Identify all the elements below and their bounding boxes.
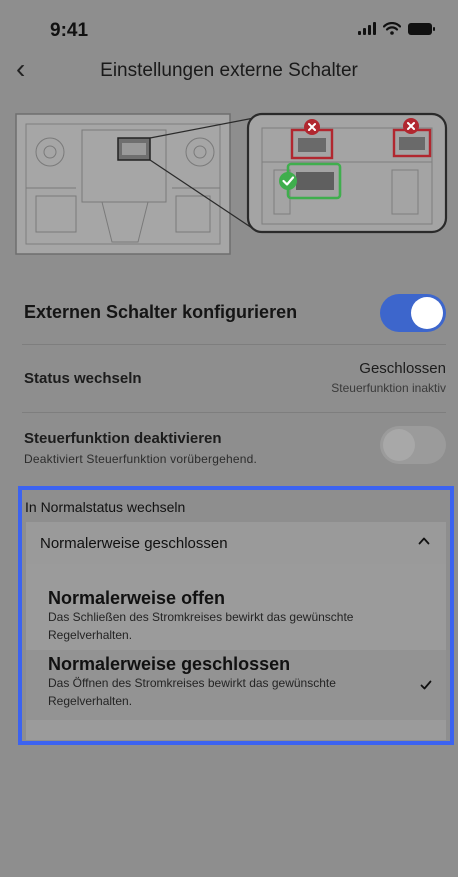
divider [22,412,446,413]
signal-icon [358,22,376,35]
option-title: Normalerweise geschlossen [48,654,291,674]
deactivate-label: Steuerfunktion deaktivieren [24,430,222,447]
status-bar: 9:41 [0,0,458,60]
device-diagram [15,112,448,255]
config-row: Externen Schalter konfigurieren [0,288,458,342]
battery-icon [408,22,435,35]
status-time: 9:41 [50,20,89,41]
deactivate-toggle[interactable] [380,426,446,464]
nav-bar: ‹ Einstellungen externe Schalter [0,52,458,92]
normal-status-menu: Normalerweise offen Das Schließen des St… [26,564,446,740]
option-description: Das Schließen des Stromkreises bewirkt d… [48,610,354,642]
toggle-knob [411,297,443,329]
option-normally-open[interactable]: Normalerweise offen Das Schließen des St… [26,564,446,650]
config-label: Externen Schalter konfigurieren [24,302,298,322]
status-value: Geschlossen [359,360,446,377]
status-icons [358,22,435,35]
status-switch-label: Status wechseln [24,370,142,387]
success-check-icon [279,172,297,190]
option-description: Das Öffnen des Stromkreises bewirkt das … [48,676,336,708]
toggle-knob [383,429,415,461]
chevron-up-icon [418,537,430,545]
status-detail: Steuerfunktion inaktiv [331,381,446,395]
normal-status-label: In Normalstatus wechseln [25,499,186,515]
status-switch-row[interactable]: Status wechseln Geschlossen Steuerfunkti… [0,346,458,410]
divider [22,344,446,345]
screen: 9:41 ‹ Einstellungen externe Schalter Ex… [0,0,458,877]
page-title: Einstellungen externe Schalter [100,60,358,81]
deactivate-row: Steuerfunktion deaktivieren Deaktiviert … [0,414,458,478]
option-normally-closed[interactable]: Normalerweise geschlossen Das Öffnen des… [26,650,446,720]
normal-status-panel: In Normalstatus wechseln Normalerweise g… [18,486,454,745]
normal-status-select[interactable]: Normalerweise geschlossen [26,522,446,564]
option-title: Normalerweise offen [48,588,226,608]
status-switch-value: Geschlossen Steuerfunktion inaktiv [331,360,446,395]
deactivate-description: Deaktiviert Steuerfunktion vorübergehend… [24,452,258,466]
config-toggle[interactable] [380,294,446,332]
wifi-icon [383,22,401,35]
checkmark-icon [420,680,432,690]
normal-status-selected: Normalerweise geschlossen [40,535,228,552]
